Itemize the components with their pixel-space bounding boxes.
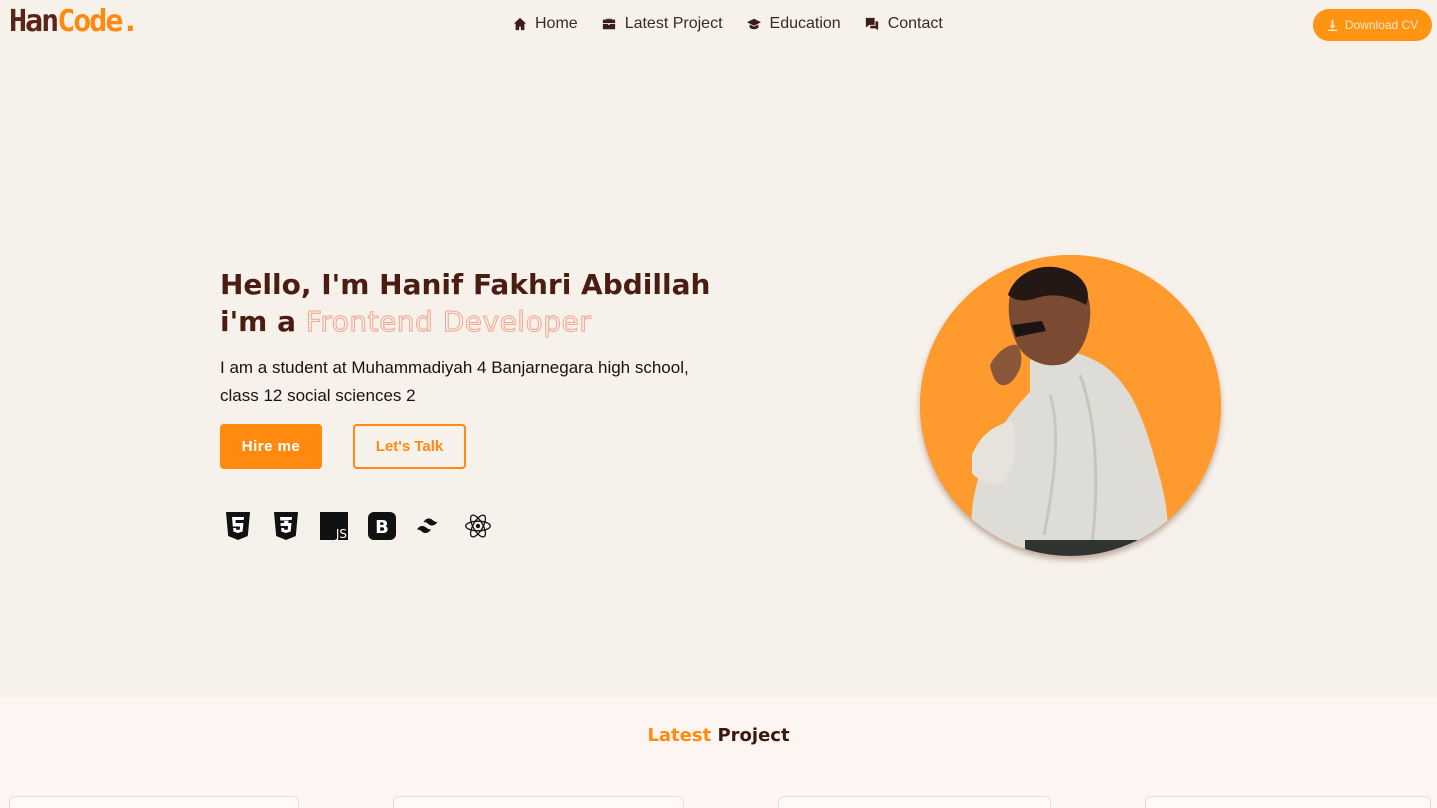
hero-greeting: Hello, I'm Hanif Fakhri Abdillah: [220, 268, 711, 301]
nav-item-label: Education: [769, 15, 841, 32]
project-card[interactable]: [1145, 796, 1431, 808]
brand-logo-part1: Han: [9, 4, 59, 39]
tailwind-icon: [416, 511, 444, 541]
nav-item-label: Home: [535, 15, 578, 32]
nav-item-education[interactable]: Education: [747, 15, 841, 33]
javascript-icon: JS: [320, 511, 348, 541]
latest-project-title: Latest Project: [0, 725, 1437, 746]
project-card[interactable]: [393, 796, 684, 808]
download-cv-button[interactable]: Download CV: [1313, 9, 1432, 41]
home-icon: [512, 17, 527, 32]
latest-project-title-rest: Project: [717, 725, 790, 746]
html5-icon: [224, 511, 252, 541]
profile-photo-figure: [920, 255, 1221, 556]
nav-item-contact[interactable]: Contact: [865, 15, 943, 33]
download-icon: [1327, 19, 1337, 31]
hire-me-button[interactable]: Hire me: [220, 424, 322, 469]
brand-logo-part2: Code.: [57, 4, 139, 39]
nav-item-home[interactable]: Home: [512, 15, 578, 33]
bootstrap-icon: B: [368, 511, 396, 541]
latest-project-title-accent: Latest: [647, 725, 712, 746]
react-icon: [464, 511, 492, 541]
briefcase-icon: [602, 17, 617, 32]
graduation-cap-icon: [747, 17, 762, 32]
nav-item-label: Latest Project: [624, 15, 723, 32]
lets-talk-button[interactable]: Let's Talk: [353, 424, 466, 469]
hero-description: I am a student at Muhammadiyah 4 Banjarn…: [220, 358, 689, 405]
latest-project-section: [0, 697, 1437, 808]
svg-text:B: B: [375, 517, 389, 538]
tech-stack-icons: JS B: [224, 511, 492, 541]
nav-item-latest-project[interactable]: Latest Project: [602, 15, 723, 33]
svg-text:JS: JS: [335, 527, 347, 540]
top-navbar: HanCode. Home Latest Project Education C…: [0, 0, 1437, 52]
css3-icon: [272, 511, 300, 541]
nav-menu: Home Latest Project Education Contact: [512, 15, 943, 33]
chat-icon: [865, 17, 880, 32]
download-cv-label: Download CV: [1344, 18, 1419, 32]
project-card[interactable]: [9, 796, 299, 808]
hero-role-line: i'm a Frontend Developer: [220, 303, 710, 340]
hero-role-text: Frontend Developer: [305, 305, 592, 339]
project-card[interactable]: [778, 796, 1051, 808]
hero-heading: Hello, I'm Hanif Fakhri Abdillah i'm a F…: [220, 266, 710, 340]
hero-role-prefix: i'm a: [220, 305, 296, 338]
profile-photo: [920, 255, 1221, 556]
brand-logo[interactable]: HanCode.: [9, 4, 140, 39]
nav-item-label: Contact: [887, 15, 943, 32]
